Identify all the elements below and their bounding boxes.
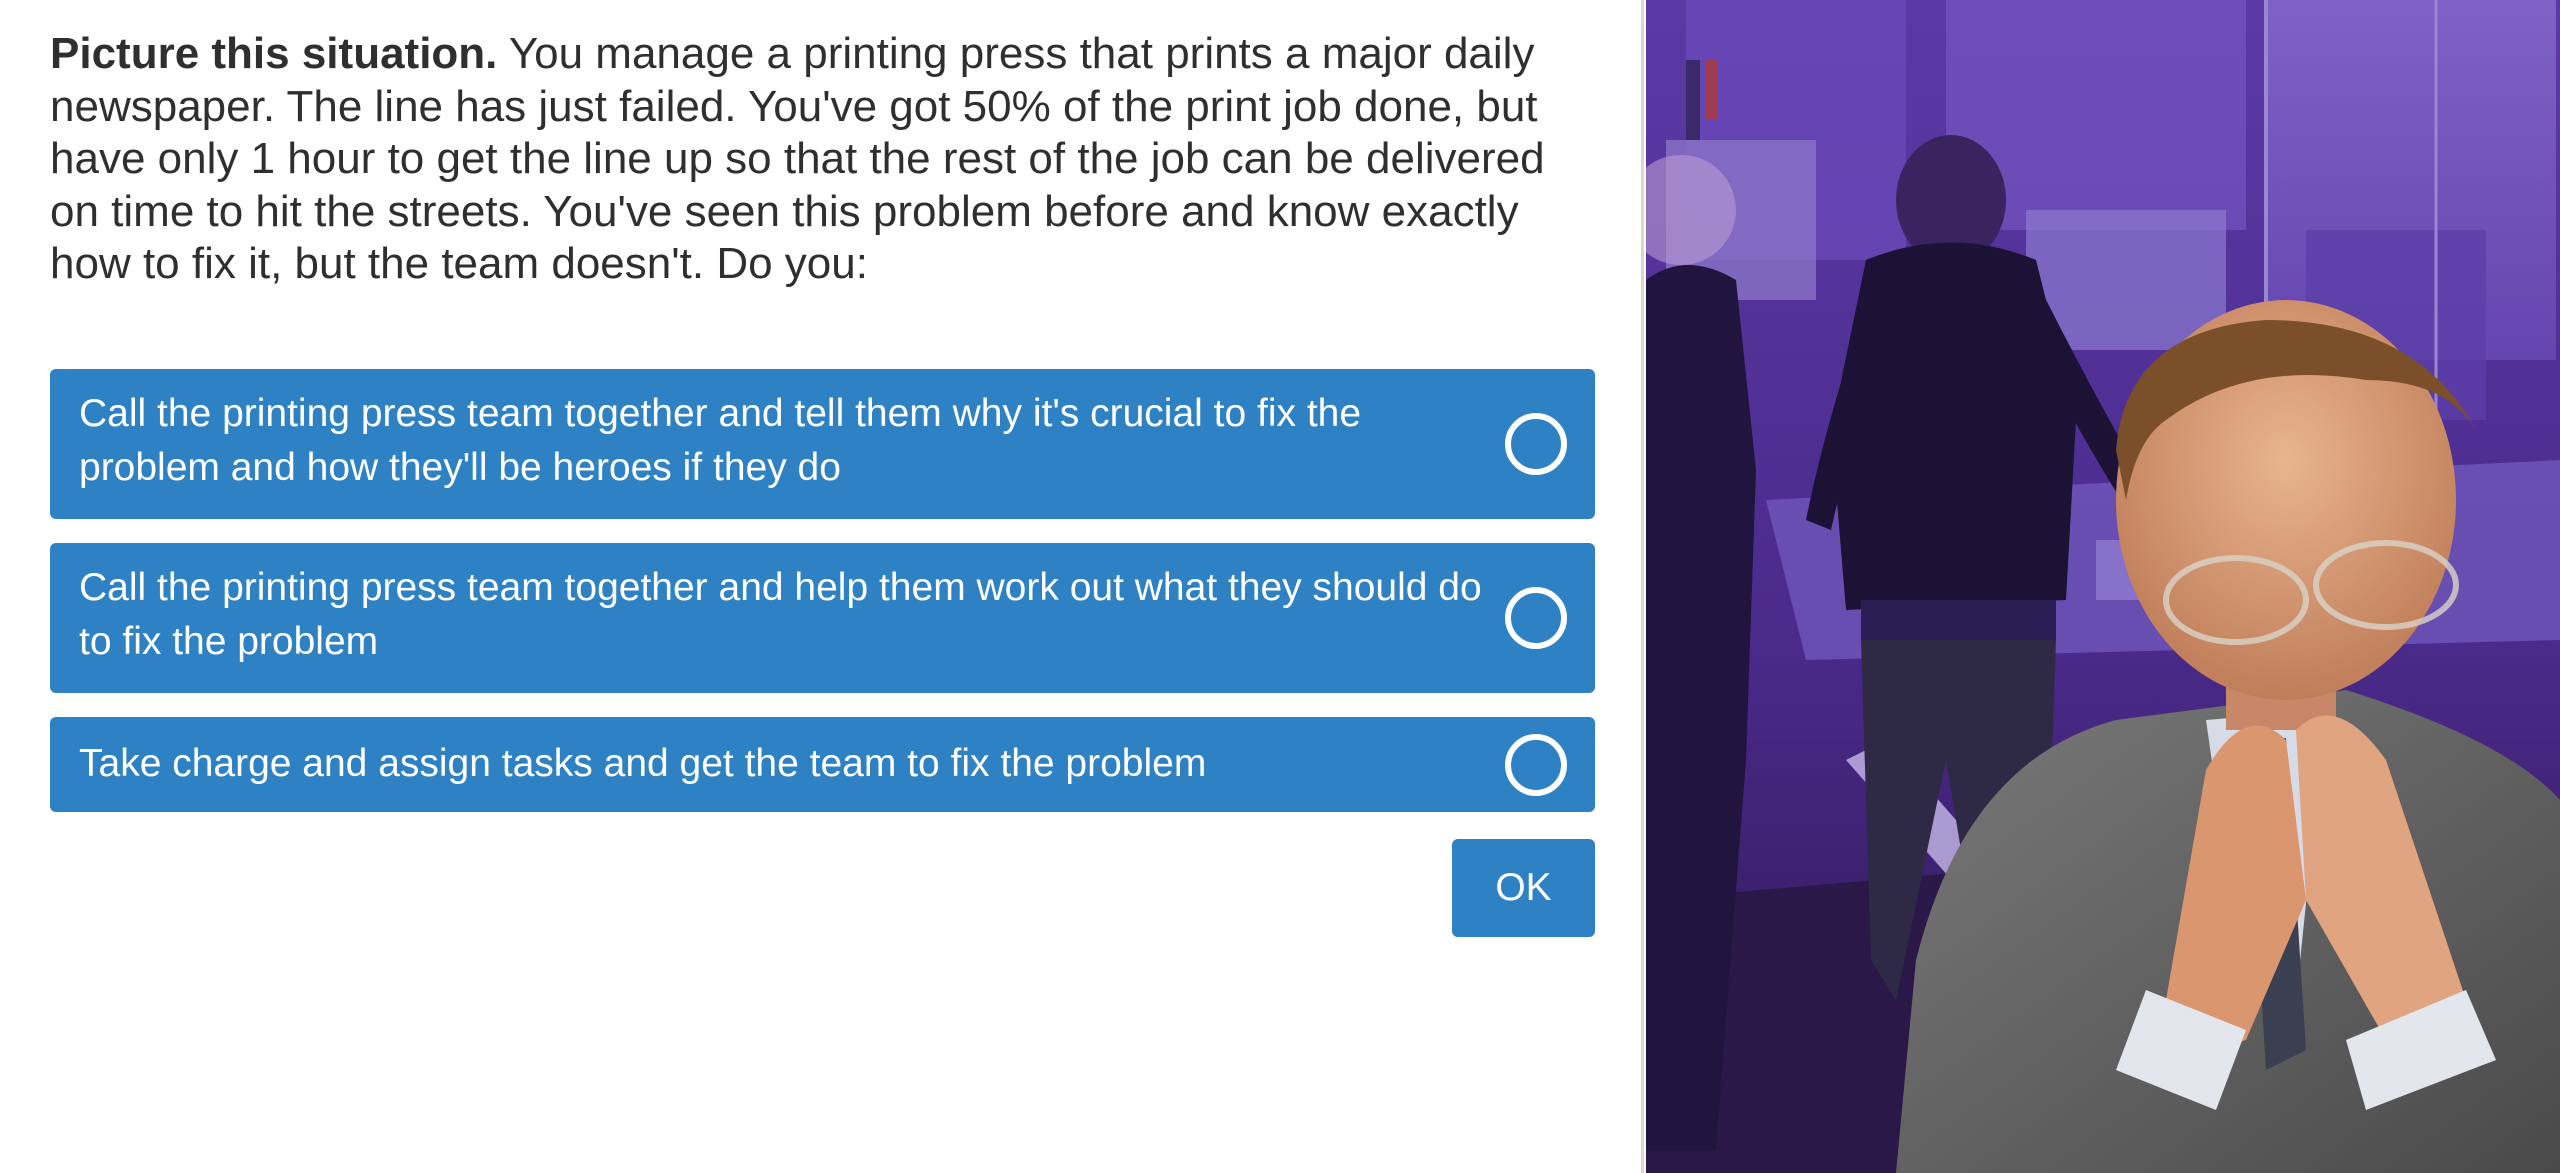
scenario-page: Picture this situation. You manage a pri…	[0, 0, 2560, 1173]
scene-illustration	[1646, 0, 2560, 1173]
question-lead: Picture this situation.	[50, 29, 498, 78]
question-panel: Picture this situation. You manage a pri…	[0, 0, 1644, 1173]
scene-photo	[1646, 0, 2560, 1173]
radio-circle-icon[interactable]	[1505, 413, 1567, 475]
radio-circle-icon[interactable]	[1505, 587, 1567, 649]
question-prompt: Picture this situation. You manage a pri…	[50, 28, 1590, 291]
answer-option-2[interactable]: Call the printing press team together an…	[50, 543, 1595, 693]
answer-option-label: Call the printing press team together an…	[79, 392, 1362, 489]
answer-option-3[interactable]: Take charge and assign tasks and get the…	[50, 717, 1595, 812]
answer-option-label: Call the printing press team together an…	[79, 566, 1482, 663]
ok-button[interactable]: OK	[1452, 839, 1595, 937]
answer-option-1[interactable]: Call the printing press team together an…	[50, 369, 1595, 519]
radio-circle-icon[interactable]	[1505, 733, 1567, 796]
answer-option-label: Take charge and assign tasks and get the…	[79, 742, 1207, 785]
answer-options: Call the printing press team together an…	[50, 369, 1595, 836]
